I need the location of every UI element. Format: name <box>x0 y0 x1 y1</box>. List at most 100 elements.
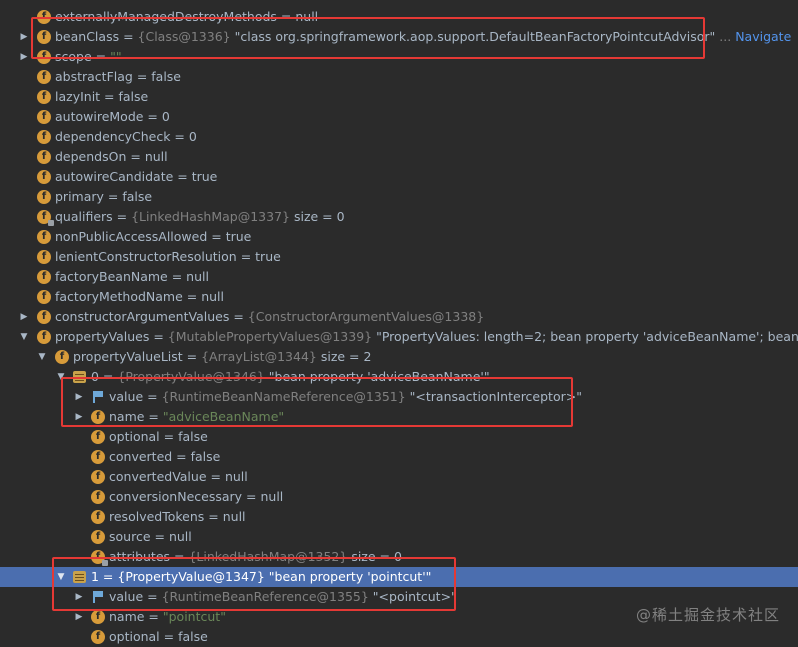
tree-row[interactable]: f optional = false <box>0 627 798 647</box>
variable-name: propertyValueList <box>73 349 183 364</box>
variable-value: null <box>260 489 284 504</box>
variable-name: qualifiers <box>55 209 113 224</box>
field-icon: f <box>91 450 105 464</box>
tree-row[interactable]: f dependencyCheck = 0 <box>0 127 798 147</box>
variable-name: optional <box>109 629 160 644</box>
equals-sign: = <box>100 89 119 104</box>
equals-sign: = <box>207 229 226 244</box>
tree-row[interactable]: f source = null <box>0 527 798 547</box>
variable-value: null <box>201 289 224 304</box>
variable-name: optional <box>109 429 160 444</box>
variable-name: abstractFlag <box>55 69 133 84</box>
tree-row[interactable]: f qualifiers = {LinkedHashMap@1337} size… <box>0 207 798 227</box>
expand-arrow-icon[interactable]: ▶ <box>18 307 30 327</box>
field-icon: f <box>91 490 105 504</box>
field-icon: f <box>37 210 54 226</box>
variable-value: null <box>224 469 248 484</box>
field-icon: f <box>37 70 51 84</box>
field-icon: f <box>91 430 105 444</box>
variable-name: conversionNecessary <box>109 489 243 504</box>
equals-sign: = <box>204 509 223 524</box>
equals-sign: = <box>167 269 187 284</box>
variable-name: propertyValues <box>55 329 150 344</box>
equals-sign: = <box>144 609 163 624</box>
variable-value: 0 <box>161 109 170 124</box>
object-ref: {ArrayList@1344} <box>201 349 317 364</box>
field-icon: f <box>55 350 69 364</box>
variable-name: dependencyCheck <box>55 129 171 144</box>
tree-row[interactable]: f factoryBeanName = null <box>0 267 798 287</box>
variable-value: null <box>144 149 168 164</box>
variable-value: null <box>186 269 209 284</box>
equals-sign: = <box>236 249 256 264</box>
variable-name: factoryMethodName <box>55 289 183 304</box>
lock-icon <box>48 220 54 226</box>
variable-value: null <box>222 509 246 524</box>
equals-sign: = <box>103 189 123 204</box>
collapse-arrow-icon[interactable]: ▼ <box>36 347 48 367</box>
variable-name: source <box>109 529 151 544</box>
tree-row[interactable]: f resolvedTokens = null <box>0 507 798 527</box>
tree-row[interactable]: ▶ f constructorArgumentValues = {Constru… <box>0 307 798 327</box>
equals-sign: = <box>206 469 225 484</box>
field-icon: f <box>91 510 105 524</box>
tree-row[interactable]: f abstractFlag = false <box>0 67 798 87</box>
tree-row[interactable]: f dependsOn = null <box>0 147 798 167</box>
field-icon: f <box>37 270 51 284</box>
equals-sign: = <box>173 169 192 184</box>
variable-value: false <box>178 429 208 444</box>
field-icon: f <box>91 530 105 544</box>
object-ref: {LinkedHashMap@1337} <box>131 209 290 224</box>
variable-value: false <box>118 89 149 104</box>
tree-row[interactable]: f primary = false <box>0 187 798 207</box>
tree-row[interactable]: f autowireCandidate = true <box>0 167 798 187</box>
watermark: @稀土掘金技术社区 <box>635 606 780 624</box>
field-icon: f <box>37 290 51 304</box>
field-icon: f <box>37 230 51 244</box>
tree-row[interactable]: f convertedValue = null <box>0 467 798 487</box>
field-icon: f <box>37 250 51 264</box>
variable-value: true <box>191 169 218 184</box>
equals-sign: = <box>132 69 152 84</box>
equals-sign: = <box>112 209 132 224</box>
tree-row[interactable]: f conversionNecessary = null <box>0 487 798 507</box>
field-icon: f <box>37 150 51 164</box>
tree-row[interactable]: f autowireMode = 0 <box>0 107 798 127</box>
expand-arrow-icon[interactable]: ▶ <box>18 47 30 67</box>
field-icon: f <box>91 610 105 624</box>
annotation-box-bean-class <box>31 17 705 59</box>
equals-sign: = <box>182 349 202 364</box>
tree-row[interactable]: f factoryMethodName = null <box>0 287 798 307</box>
variable-name: autowireCandidate <box>55 169 174 184</box>
variable-name: autowireMode <box>55 109 144 124</box>
object-ref: {ConstructorArgumentValues@1338} <box>247 309 485 324</box>
tree-row[interactable]: f lenientConstructorResolution = true <box>0 247 798 267</box>
variable-value: true <box>255 249 281 264</box>
equals-sign: = <box>143 109 162 124</box>
equals-sign: = <box>170 129 189 144</box>
field-icon: f <box>37 90 51 104</box>
tree-row[interactable]: f lazyInit = false <box>0 87 798 107</box>
tree-row-property-value-list[interactable]: ▼ f propertyValueList = {ArrayList@1344}… <box>0 347 798 367</box>
variable-name: resolvedTokens <box>109 509 205 524</box>
navigate-link[interactable]: Navigate <box>735 29 791 44</box>
tree-row[interactable]: f nonPublicAccessAllowed = true <box>0 227 798 247</box>
equals-sign: = <box>159 629 179 644</box>
equals-sign: = <box>242 489 261 504</box>
object-ref: {MutablePropertyValues@1339} <box>167 329 373 344</box>
debugger-variables-tree: f externallyManagedDestroyMethods = null… <box>0 0 798 644</box>
variable-name: lenientConstructorResolution <box>55 249 237 264</box>
tree-row-property-values[interactable]: ▼ f propertyValues = {MutablePropertyVal… <box>0 327 798 347</box>
collapse-arrow-icon[interactable]: ▼ <box>18 327 30 347</box>
variable-name: convertedValue <box>109 469 207 484</box>
field-icon: f <box>37 170 51 184</box>
tree-row[interactable]: f optional = false <box>0 427 798 447</box>
tree-row[interactable]: f converted = false <box>0 447 798 467</box>
equals-sign: = <box>126 149 145 164</box>
expand-arrow-icon[interactable]: ▶ <box>18 27 30 47</box>
variable-name: constructorArgumentValues <box>55 309 230 324</box>
ellipsis: ... <box>715 29 736 44</box>
variable-value: false <box>178 629 208 644</box>
field-icon: f <box>91 470 105 484</box>
variable-name: name <box>109 609 145 624</box>
